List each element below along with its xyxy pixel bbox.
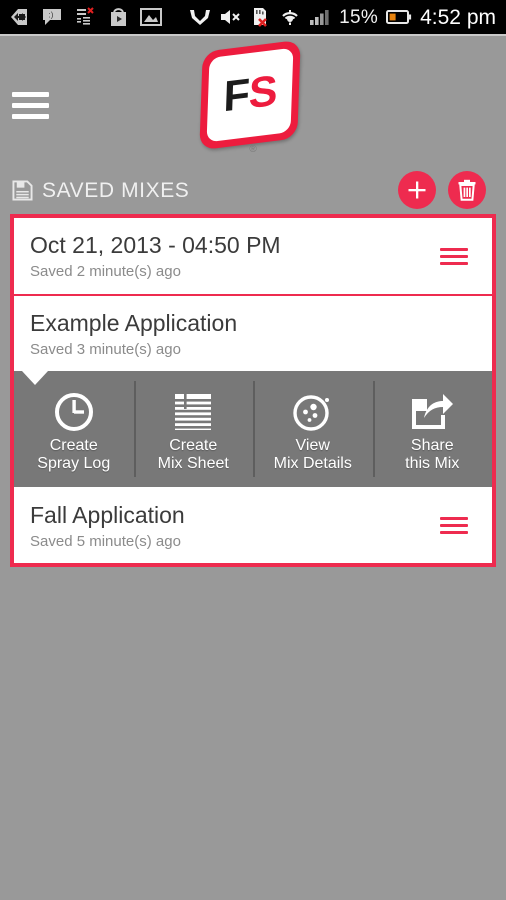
share-this-mix-button[interactable]: Share this Mix xyxy=(372,371,493,487)
hamburger-menu-icon[interactable] xyxy=(12,90,56,122)
create-spray-log-label: Create Spray Log xyxy=(37,437,111,473)
clock-time-label: 4:52 pm xyxy=(420,5,496,29)
page-title: SAVED MIXES xyxy=(42,178,190,202)
gitlab-icon xyxy=(189,6,211,28)
saved-mix-text-group: Example Application Saved 3 minute(s) ag… xyxy=(30,310,476,358)
mix-options-handle-icon[interactable] xyxy=(440,246,470,268)
saved-mix-row-expanded[interactable]: Example Application Saved 3 minute(s) ag… xyxy=(14,294,492,372)
app-header: FS ® xyxy=(0,36,506,166)
hamburger-bar-2 xyxy=(12,103,49,108)
saved-mixes-list: Oct 21, 2013 - 04:50 PM Saved 2 minute(s… xyxy=(10,214,496,568)
saved-mix-title: Fall Application xyxy=(30,501,185,528)
plus-icon xyxy=(408,181,426,199)
play-store-icon xyxy=(107,6,129,28)
handle-bar-1 xyxy=(440,517,468,521)
handle-bar-2 xyxy=(440,255,468,258)
task-list-icon xyxy=(74,6,96,28)
saved-mix-row[interactable]: Oct 21, 2013 - 04:50 PM Saved 2 minute(s… xyxy=(14,218,492,294)
battery-icon xyxy=(386,6,412,28)
status-bar-right-icons: 15% 4:52 pm xyxy=(189,6,498,28)
handle-bar-3 xyxy=(440,531,468,535)
create-mix-sheet-button[interactable]: Create Mix Sheet xyxy=(133,371,254,487)
battery-percent-label: 15% xyxy=(339,6,379,28)
fs-logo-letters: FS xyxy=(199,40,300,151)
share-this-mix-label: Share this Mix xyxy=(405,437,460,473)
fs-logo: FS ® xyxy=(193,39,313,159)
delete-mix-button[interactable] xyxy=(448,171,486,209)
saved-mixes-section-header: SAVED MIXES xyxy=(0,166,506,214)
status-bar: :) 15% 4:52 pm xyxy=(0,0,506,36)
section-action-buttons xyxy=(398,171,486,209)
handle-bar-3 xyxy=(440,262,468,265)
back-arrow-icon xyxy=(8,6,30,28)
fs-logo-letter-s: S xyxy=(248,66,278,118)
saved-mix-title: Oct 21, 2013 - 04:50 PM xyxy=(30,232,281,259)
svg-text::): :) xyxy=(49,11,54,20)
messaging-icon: :) xyxy=(41,6,63,28)
clock-icon xyxy=(53,391,95,433)
fs-logo-shape: FS xyxy=(199,39,301,151)
saved-mix-subtitle: Saved 2 minute(s) ago xyxy=(30,263,181,281)
saved-mix-subtitle: Saved 3 minute(s) ago xyxy=(30,341,181,359)
saved-mix-text-group: Oct 21, 2013 - 04:50 PM Saved 2 minute(s… xyxy=(30,232,440,280)
app-root: :) 15% 4:52 pm F S ® SAVED MIXES Oct 21,… xyxy=(0,0,506,900)
handle-bar-1 xyxy=(440,248,468,251)
view-mix-details-button[interactable]: View Mix Details xyxy=(253,371,373,487)
cell-signal-icon xyxy=(309,6,331,28)
volume-muted-icon xyxy=(219,6,241,28)
create-mix-sheet-label: Create Mix Sheet xyxy=(157,437,229,473)
hamburger-bar-1 xyxy=(12,92,49,97)
trash-icon xyxy=(458,179,476,201)
saved-mix-title: Example Application xyxy=(30,310,238,336)
handle-bar-2 xyxy=(440,524,468,528)
view-mix-details-label: View Mix Details xyxy=(273,437,352,473)
panel-pointer-triangle xyxy=(22,371,48,386)
mix-action-panel: Create Spray Log Create Mix Sheet View M… xyxy=(14,371,493,488)
mix-sheet-lines-icon xyxy=(172,391,214,433)
registered-trademark-symbol: ® xyxy=(249,144,257,155)
fs-logo-letter-f: F xyxy=(222,69,250,121)
share-export-icon xyxy=(410,391,454,433)
sd-card-removed-icon xyxy=(249,6,271,28)
gallery-image-icon xyxy=(140,6,162,28)
save-floppy-icon xyxy=(12,179,33,201)
status-bar-left-icons: :) xyxy=(8,6,189,28)
saved-mix-text-group: Fall Application Saved 5 minute(s) ago xyxy=(30,502,440,550)
saved-mix-row[interactable]: Fall Application Saved 5 minute(s) ago xyxy=(14,487,492,564)
mix-details-circle-icon xyxy=(291,391,335,433)
section-title-group: SAVED MIXES xyxy=(12,180,398,201)
create-spray-log-button[interactable]: Create Spray Log xyxy=(14,371,134,487)
wifi-icon xyxy=(279,6,301,28)
mix-options-handle-icon[interactable] xyxy=(440,515,470,537)
add-mix-button[interactable] xyxy=(398,171,436,209)
hamburger-bar-3 xyxy=(12,114,49,119)
saved-mix-subtitle: Saved 5 minute(s) ago xyxy=(30,532,181,550)
